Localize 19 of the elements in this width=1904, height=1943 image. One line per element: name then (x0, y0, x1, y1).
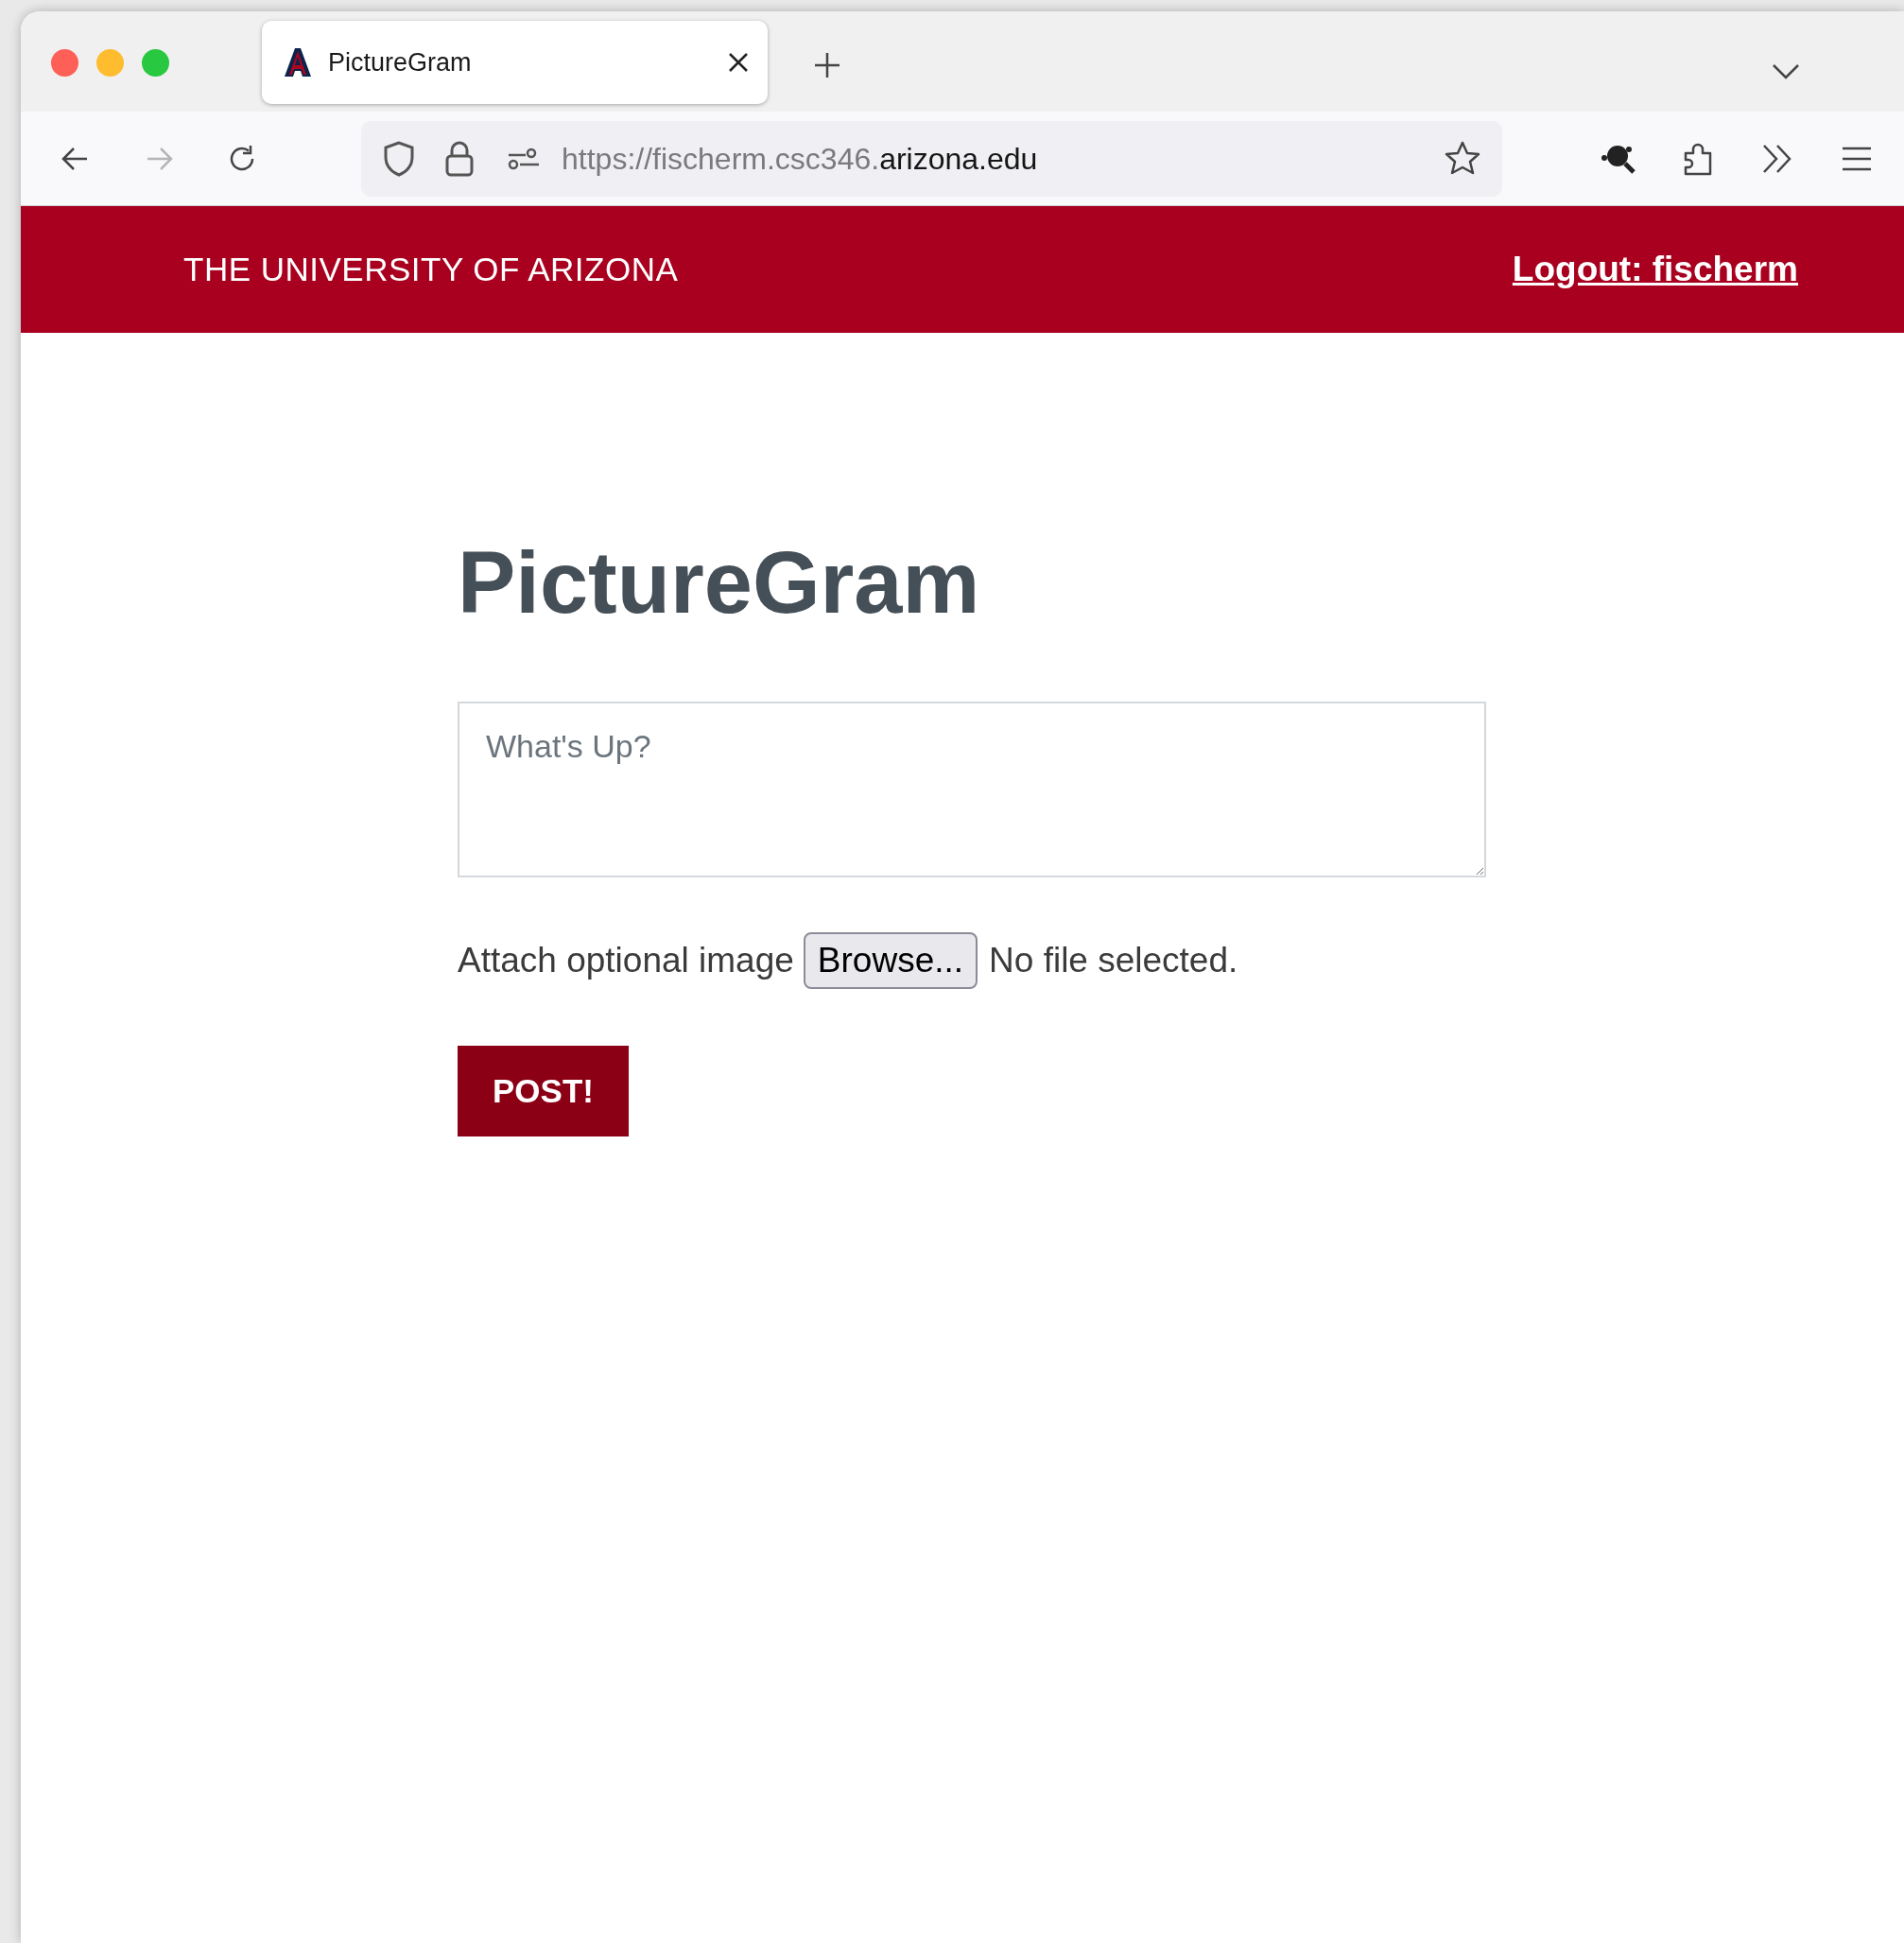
browser-tab[interactable]: PictureGram (262, 21, 768, 104)
page-title: PictureGram (458, 539, 981, 626)
tab-title: PictureGram (328, 46, 472, 78)
close-window-button[interactable] (51, 49, 78, 77)
file-status-text: No file selected. (989, 940, 1238, 982)
shield-icon[interactable] (382, 139, 416, 178)
browse-button[interactable]: Browse... (803, 932, 978, 989)
chevron-down-icon[interactable] (1772, 63, 1800, 80)
close-tab-icon[interactable] (728, 52, 749, 73)
url-text[interactable]: https://fischerm.csc346.arizona.edu (562, 135, 1038, 182)
post-button[interactable]: POST! (458, 1046, 629, 1136)
attach-label: Attach optional image (458, 940, 794, 982)
new-tab-icon[interactable] (813, 51, 841, 79)
permissions-icon[interactable] (507, 147, 541, 170)
logout-link[interactable]: Logout: fischerm (1512, 243, 1798, 296)
post-text-area[interactable]: What's Up? (458, 702, 1486, 877)
lock-icon[interactable] (444, 139, 475, 178)
address-bar[interactable]: https://fischerm.csc346.arizona.edu (361, 120, 1502, 197)
university-name: THE UNIVERSITY OF ARIZONA (183, 249, 679, 289)
